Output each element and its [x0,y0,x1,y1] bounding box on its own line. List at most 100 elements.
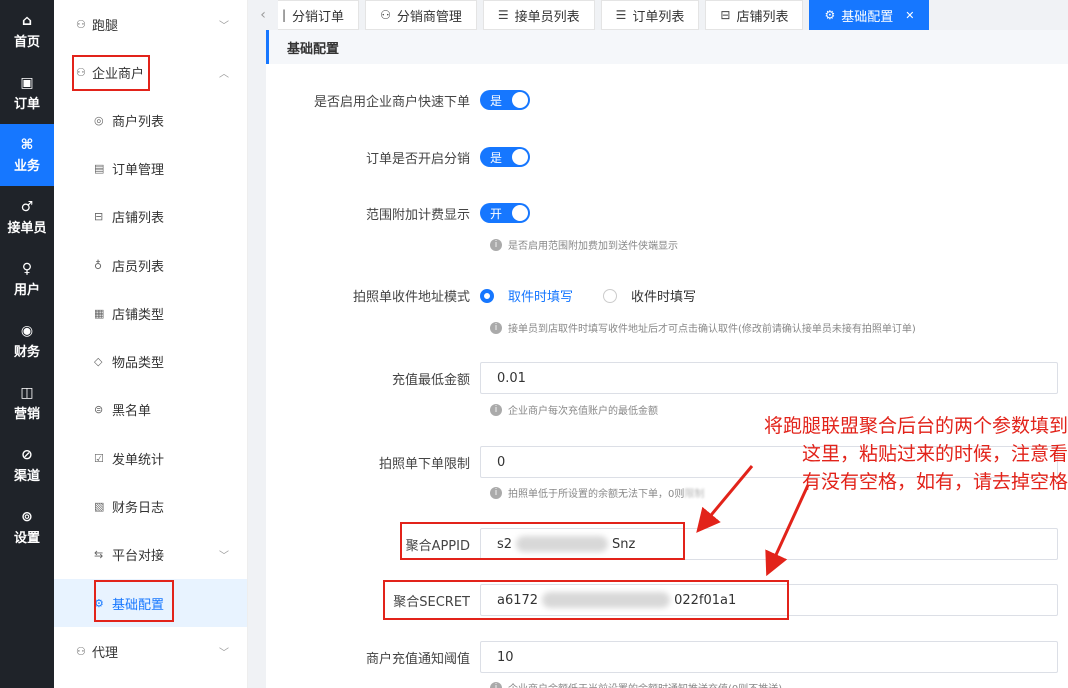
rail-item-channels[interactable]: ⊘ 渠道 [0,434,54,496]
submenu-item-shop-list[interactable]: ⊟ 店铺列表 [54,193,247,241]
rail-item-finance[interactable]: ◉ 财务 [0,310,54,372]
switch-knob [512,205,528,221]
submenu-item-finance-log[interactable]: ▧ 财务日志 [54,482,247,530]
submenu-item-merchant-list[interactable]: ◎ 商户列表 [54,96,247,144]
rail-label: 订单 [13,96,40,112]
annotation-line: 将跑腿联盟聚合后台的两个参数填到 [763,415,1068,437]
switch-knob [512,149,528,165]
submenu-item-label: 物品类型 [112,356,165,372]
rail-label: 财务 [13,344,40,360]
hint-text: 企业商户余额低于当前设置的余额时通知推送充值(0则不推送) [508,680,782,688]
tab-distributor-manage[interactable]: ⚇ 分销商管理 [365,0,477,30]
errand-icon: ⚇ [76,17,86,31]
chevron-down-icon: ﹀ [219,647,229,659]
annotation-text: 将跑腿联盟聚合后台的两个参数填到 这里，粘贴过来的时候，注意看 有没有空格，如有… [700,412,1068,496]
radio-pickup-fill[interactable]: 取件时填写 [480,286,573,305]
submenu-item-blacklist[interactable]: ⊜ 黑名单 [54,386,247,434]
gear-icon: ⚙ [824,8,836,22]
finance-icon: ◉ [20,322,34,339]
radio-label: 取件时填写 [508,290,574,305]
photo-addr-hint: i 接单员到店取件时填写收件地址后才可点击确认取件(修改前请确认接单员未接有拍照单… [490,320,916,335]
submenu-item-label: 订单管理 [112,162,165,178]
tab-label: 接单员列表 [514,9,580,25]
photo-limit-hint: i 拍照单低于所设置的余额无法下单，0则 限制 [490,485,704,500]
row-min-recharge: 充值最低金额 0.01 [266,362,1058,394]
row-quick-order: 是否启用企业商户快速下单 是 [266,90,530,110]
divider-icon: | [282,8,287,22]
tab-shop-list[interactable]: ⊟ 店铺列表 [705,0,804,30]
tab-basic-config[interactable]: ⚙ 基础配置 ✕ [809,0,930,30]
tab-label: 基础配置 [841,9,894,25]
tab-scroll-left-icon[interactable]: ‹ [248,0,278,30]
submenu-group-agent[interactable]: ⚇ 代理 ﹀ [54,627,247,675]
main-nav-rail: ⌂ 首页 ▣ 订单 ⌘ 业务 ♂ 接单员 ♀ 用户 ◉ 财务 ◫ 营销 ⊘ 渠道 ⊚ 设置 [0,0,54,688]
annotation-line: 有没有空格，如有，请去掉空格 [801,471,1068,493]
submenu-item-clerk-list[interactable]: ♁ 店员列表 [54,241,247,289]
submenu-group-label: 跑腿 [92,18,119,34]
radio-dot [603,288,618,303]
tab-label: 分销商管理 [396,9,462,25]
row-range-fee: 范围附加计费显示 开 [266,203,530,223]
hint-text: 拍照单低于所设置的余额无法下单，0则 [508,489,685,500]
notify-threshold-input[interactable]: 10 [480,641,1058,673]
rail-label: 接单员 [7,220,47,236]
rail-item-business[interactable]: ⌘ 业务 [0,124,54,186]
submenu-item-label: 发单统计 [112,452,165,468]
rail-label: 首页 [13,34,40,50]
rail-item-orders[interactable]: ▣ 订单 [0,62,54,124]
hint-text: 是否启用范围附加费加到送件侠端显示 [508,241,678,252]
highlight-box-appid [400,522,685,560]
submenu-item-label: 店员列表 [112,259,165,275]
rail-item-marketing[interactable]: ◫ 营销 [0,372,54,434]
section-title: 基础配置 [266,30,1068,64]
quick-order-switch[interactable]: 是 [480,90,530,110]
rail-item-users[interactable]: ♀ 用户 [0,248,54,310]
business-icon: ⌘ [20,136,34,153]
tab-distribution-orders[interactable]: | 分销订单 [278,0,360,30]
tab-order-list[interactable]: ☰ 订单列表 [600,0,700,30]
info-icon: i [490,321,502,334]
min-recharge-input[interactable]: 0.01 [480,362,1058,394]
close-icon[interactable]: ✕ [905,9,914,22]
field-label: 是否启用企业商户快速下单 [313,94,470,110]
field-label: 充值最低金额 [391,372,470,388]
submenu-item-order-stats[interactable]: ☑ 发单统计 [54,434,247,482]
log-icon: ▧ [94,500,105,514]
tab-rider-list[interactable]: ☰ 接单员列表 [482,0,595,30]
row-photo-addr: 拍照单收件地址模式 取件时填写 收件时填写 [266,286,726,305]
submenu-group-paotui[interactable]: ⚇ 跑腿 ﹀ [54,0,247,48]
submenu-item-platform-dock[interactable]: ⇆ 平台对接 ﹀ [54,531,247,579]
tab-label: 分销订单 [292,9,345,25]
tab-label: 店铺列表 [736,9,789,25]
tag-icon: ◇ [94,355,103,369]
rail-item-riders[interactable]: ♂ 接单员 [0,186,54,248]
submenu-group-label: 代理 [92,645,119,661]
shield-icon: ⊜ [94,403,104,417]
home-icon: ⌂ [21,12,33,29]
range-fee-switch[interactable]: 开 [480,203,530,223]
submenu-item-label: 黑名单 [112,404,152,420]
field-label: 范围附加计费显示 [365,207,470,223]
rail-item-home[interactable]: ⌂ 首页 [0,0,54,62]
submenu-item-label: 商户列表 [112,114,165,130]
list-icon: ☰ [615,8,627,22]
list-icon: ☰ [497,8,509,22]
marketing-icon: ◫ [20,384,34,401]
info-icon: i [490,681,502,688]
channel-icon: ⊘ [21,446,33,463]
submenu-item-order-manage[interactable]: ▤ 订单管理 [54,144,247,192]
field-label: 订单是否开启分销 [365,151,470,167]
highlight-box-secret [383,580,789,620]
submenu-item-goods-type[interactable]: ◇ 物品类型 [54,337,247,385]
user-icon: ♀ [21,260,33,277]
settings-icon: ⊚ [21,508,33,525]
radio-receive-fill[interactable]: 收件时填写 [603,286,696,305]
distribution-switch[interactable]: 是 [480,147,530,167]
rail-label: 设置 [13,530,40,546]
row-distribution: 订单是否开启分销 是 [266,147,530,167]
rail-item-settings[interactable]: ⊚ 设置 [0,496,54,558]
submenu-item-label: 店铺列表 [112,211,165,227]
submenu-item-shop-type[interactable]: ▦ 店铺类型 [54,289,247,337]
document-icon: ▤ [94,161,105,175]
clerk-icon: ♁ [94,258,103,272]
